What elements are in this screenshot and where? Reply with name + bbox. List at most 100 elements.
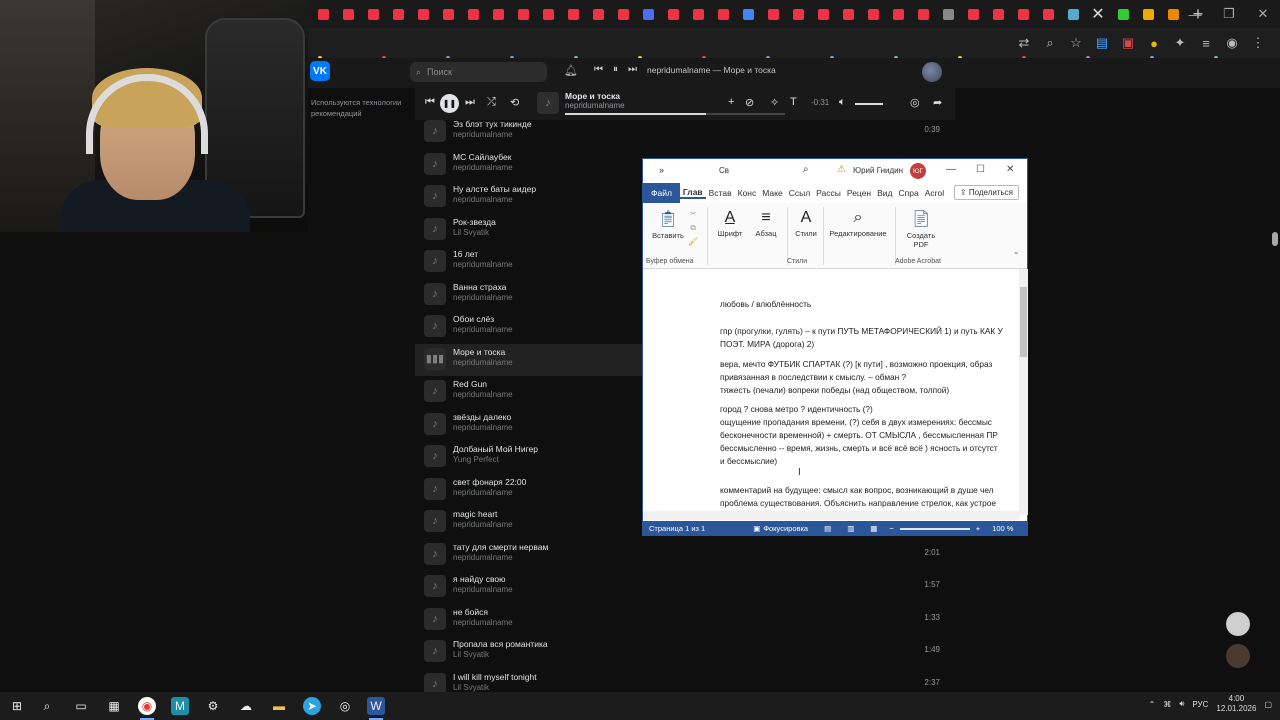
page-scrollbar[interactable] bbox=[1272, 232, 1278, 246]
horizontal-scrollbar[interactable] bbox=[643, 511, 1019, 520]
format-painter-icon[interactable]: 🖌︎ bbox=[687, 237, 699, 246]
pause-icon[interactable]: ⏸ bbox=[613, 64, 618, 75]
track-artist[interactable]: nepridumalname bbox=[453, 195, 513, 204]
steam-icon[interactable]: ⚙ bbox=[204, 697, 222, 715]
extensions-puzzle-icon[interactable]: ✦ bbox=[1170, 33, 1190, 53]
browser-tab[interactable] bbox=[387, 3, 409, 25]
vertical-scrollbar[interactable] bbox=[1019, 269, 1028, 515]
track-cover-icon[interactable]: ♪ bbox=[424, 607, 446, 630]
document-line[interactable]: тяжесть (печали) вопреки победы (над общ… bbox=[720, 385, 949, 395]
document-line[interactable]: гпр (прогулки, гулять) – к пути ПУТЬ МЕТ… bbox=[720, 326, 1003, 336]
track-artist[interactable]: Lil Svyatik bbox=[453, 650, 489, 659]
bookmark-star-icon[interactable]: ☆ bbox=[1066, 33, 1086, 53]
track-cover-icon[interactable]: ♪ bbox=[424, 217, 446, 240]
lyrics-icon[interactable]: Т bbox=[790, 96, 797, 108]
ribbon-tab[interactable]: Спра bbox=[896, 188, 922, 198]
file-explorer-icon[interactable]: ▬ bbox=[270, 697, 288, 715]
volume-slider[interactable] bbox=[855, 103, 883, 105]
quick-access-more-icon[interactable]: » bbox=[659, 165, 664, 175]
avatar[interactable] bbox=[922, 62, 942, 82]
track-row[interactable]: ♪ не бойся nepridumalname 1:33 bbox=[415, 604, 955, 637]
track-artist[interactable]: Lil Svyatik bbox=[453, 228, 489, 237]
warning-icon[interactable]: ⚠ bbox=[837, 164, 846, 175]
track-cover-icon[interactable]: ♪ bbox=[424, 152, 446, 175]
browser-tab[interactable] bbox=[637, 3, 659, 25]
ribbon-tab[interactable]: Глав bbox=[679, 187, 706, 199]
browser-tab[interactable] bbox=[1062, 3, 1084, 25]
extension-icon[interactable]: ▣ bbox=[1118, 33, 1138, 53]
chrome-icon[interactable]: ◉ bbox=[138, 697, 156, 715]
browser-tab[interactable] bbox=[612, 3, 634, 25]
zoom-icon[interactable]: ⌕ bbox=[1040, 33, 1060, 53]
previous-track-icon[interactable]: ⏮ bbox=[594, 64, 603, 75]
track-artist[interactable]: nepridumalname bbox=[453, 260, 513, 269]
track-artist[interactable]: nepridumalname bbox=[453, 618, 513, 627]
browser-tab[interactable] bbox=[337, 3, 359, 25]
browser-tab[interactable] bbox=[787, 3, 809, 25]
styles-button[interactable]: A Стили bbox=[789, 209, 823, 238]
app-icon[interactable]: ☁ bbox=[237, 697, 255, 715]
browser-tab[interactable] bbox=[712, 3, 734, 25]
network-icon[interactable]: ⌘ bbox=[1163, 700, 1171, 709]
track-cover-icon[interactable]: ♪ bbox=[424, 120, 446, 142]
browser-tab[interactable] bbox=[737, 3, 759, 25]
page-count[interactable]: Страница 1 из 1 bbox=[649, 524, 705, 533]
track-artist[interactable]: Yung Perfect bbox=[453, 455, 499, 464]
minimize-icon[interactable]: — bbox=[1178, 0, 1212, 28]
previous-track-icon[interactable]: ⏮ bbox=[425, 96, 435, 109]
translate-icon[interactable]: ⇄ bbox=[1014, 33, 1034, 53]
track-cover-icon[interactable]: ♪ bbox=[424, 412, 446, 435]
calculator-icon[interactable]: ▦ bbox=[105, 697, 123, 715]
volume-icon[interactable]: 🔈︎ bbox=[839, 96, 846, 109]
track-artist[interactable]: nepridumalname bbox=[453, 325, 513, 334]
minimize-icon[interactable]: — bbox=[946, 164, 956, 175]
browser-tab[interactable] bbox=[312, 3, 334, 25]
document-line[interactable]: и бессмыслие) bbox=[720, 456, 777, 466]
browser-tab[interactable] bbox=[1012, 3, 1034, 25]
document-line[interactable]: бессмысленно -- время, жизнь, смерть и в… bbox=[720, 443, 998, 453]
effects-icon[interactable]: ✧ bbox=[770, 96, 779, 109]
browser-tab[interactable] bbox=[662, 3, 684, 25]
account-initials[interactable]: ЮГ bbox=[910, 163, 926, 179]
track-artist[interactable]: nepridumalname bbox=[453, 130, 513, 139]
editing-button[interactable]: ⌕ Редактирование bbox=[825, 209, 891, 238]
browser-tab[interactable] bbox=[487, 3, 509, 25]
track-artist[interactable]: nepridumalname bbox=[453, 585, 513, 594]
track-cover-icon[interactable]: ♪ bbox=[424, 315, 446, 337]
app-icon[interactable]: M bbox=[171, 697, 189, 715]
header-now-playing[interactable]: nepridumalname — Море и тоска bbox=[647, 65, 776, 75]
track-cover-icon[interactable]: ♪ bbox=[424, 185, 446, 207]
document-line[interactable]: город ? снова метро ? идентичность (?) bbox=[720, 404, 873, 414]
close-icon[interactable]: ✕ bbox=[1246, 0, 1280, 28]
word-icon[interactable]: W bbox=[367, 697, 385, 715]
ribbon-tab[interactable]: Рецен bbox=[844, 188, 874, 198]
focus-mode-icon[interactable]: ▣ bbox=[753, 524, 760, 533]
search-icon[interactable]: ⌕ bbox=[38, 697, 56, 715]
document-title[interactable]: Св bbox=[719, 166, 729, 175]
copy-icon[interactable]: ⧉ bbox=[687, 223, 699, 233]
clock[interactable]: 4:00 12.01.2026 bbox=[1216, 694, 1256, 714]
ribbon-tab[interactable]: Маке bbox=[759, 188, 785, 198]
track-cover-icon[interactable]: ♪ bbox=[424, 477, 446, 500]
cut-icon[interactable]: ✂ bbox=[687, 209, 699, 218]
track-cover-icon[interactable]: ♪ bbox=[424, 640, 446, 662]
scroll-thumb[interactable] bbox=[1020, 287, 1027, 357]
document-line[interactable]: проблема существования. Объяснить направ… bbox=[720, 498, 996, 508]
track-cover-icon[interactable]: ♪ bbox=[424, 542, 446, 565]
ribbon-tab[interactable]: Встав bbox=[706, 188, 735, 198]
browser-tab[interactable] bbox=[537, 3, 559, 25]
browser-tab[interactable] bbox=[587, 3, 609, 25]
browser-tab[interactable] bbox=[462, 3, 484, 25]
user-avatar-button[interactable] bbox=[1226, 612, 1250, 636]
vk-logo[interactable]: VK bbox=[310, 61, 330, 81]
document-line[interactable]: бесконечности временной) + смерть. ОТ СМ… bbox=[720, 430, 998, 440]
maximize-icon[interactable]: ❐ bbox=[1212, 0, 1246, 28]
task-view-icon[interactable]: ▭ bbox=[72, 697, 90, 715]
track-artist[interactable]: nepridumalname bbox=[453, 423, 513, 432]
ribbon-tab[interactable]: Ссыл bbox=[786, 188, 813, 198]
telegram-icon[interactable]: ➤ bbox=[303, 697, 321, 715]
create-pdf-button[interactable]: 📄︎ Создать PDF bbox=[901, 209, 941, 249]
document-line[interactable]: комментарий на будущее: смысл как вопрос… bbox=[720, 485, 994, 495]
add-icon[interactable]: + bbox=[728, 96, 734, 108]
repeat-icon[interactable]: ⟲ bbox=[510, 96, 519, 109]
